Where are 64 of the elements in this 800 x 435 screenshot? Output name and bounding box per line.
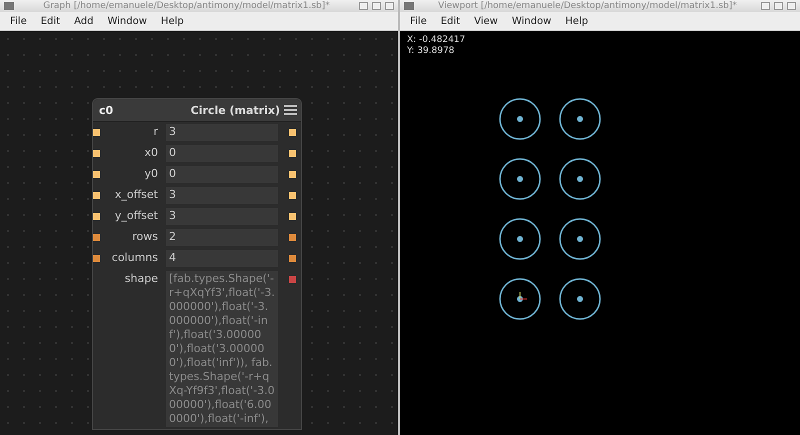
circle-shape (559, 158, 601, 200)
input-field[interactable]: 3 (166, 124, 278, 141)
x-readout: X: -0.482417 (407, 35, 466, 46)
input-label: rows (131, 230, 158, 243)
window-title: Viewport [/home/emanuele/Desktop/antimony/model/matrix1.sb]* (437, 1, 738, 11)
input-label: r (152, 125, 158, 138)
menu-item[interactable]: Window (101, 16, 153, 26)
menu-item[interactable]: File (404, 16, 433, 26)
circle-shape (499, 278, 541, 320)
close-button[interactable] (385, 2, 394, 10)
input-port[interactable] (93, 213, 100, 220)
window-title: Graph [/home/emanuele/Desktop/antimony/model/matrix1.sb]* (42, 1, 331, 11)
menu-item[interactable]: Add (68, 16, 100, 26)
circle-shape (499, 218, 541, 260)
input-port[interactable] (93, 150, 100, 157)
menu-item[interactable]: View (468, 16, 504, 26)
y-readout: Y: 39.8978 (407, 46, 456, 57)
output-port[interactable] (289, 255, 296, 262)
input-label: y0 (143, 167, 158, 180)
circle-shape (559, 278, 601, 320)
input-port[interactable] (93, 255, 100, 262)
output-port[interactable] (289, 234, 296, 241)
circle-shape (499, 98, 541, 140)
input-label: shape (124, 272, 158, 285)
output-port[interactable] (289, 213, 296, 220)
output-port[interactable] (289, 129, 296, 136)
app-icon (4, 2, 14, 10)
circle-shape (559, 218, 601, 260)
menu-item[interactable]: File (4, 16, 33, 26)
menu-item[interactable]: Help (559, 16, 594, 26)
input-port[interactable] (93, 192, 100, 199)
app-icon (404, 2, 414, 10)
input-port[interactable] (93, 234, 100, 241)
input-port[interactable] (93, 171, 100, 178)
menu-item[interactable]: Edit (34, 16, 66, 26)
maximize-button[interactable] (774, 2, 783, 10)
output-port[interactable] (289, 192, 296, 199)
maximize-button[interactable] (372, 2, 381, 10)
axes-icon (520, 292, 528, 300)
circle-shape (559, 98, 601, 140)
circle-shape (499, 158, 541, 200)
node-type: Circle (matrix) (190, 104, 280, 116)
minimize-button[interactable] (359, 2, 368, 10)
output-port[interactable] (289, 276, 296, 283)
output-port[interactable] (289, 150, 296, 157)
input-label: x0 (143, 146, 158, 159)
menu-icon[interactable] (284, 104, 297, 116)
menu-item[interactable]: Window (506, 16, 558, 26)
input-field[interactable]: 0 (166, 166, 278, 183)
input-label: y_offset (114, 209, 158, 222)
close-button[interactable] (787, 2, 796, 10)
input-label: x_offset (114, 188, 158, 201)
input-field[interactable]: 3 (166, 208, 278, 225)
menu-item[interactable]: Edit (434, 16, 466, 26)
input-field[interactable]: 3 (166, 187, 278, 204)
menu-item[interactable]: Help (154, 16, 190, 26)
input-port[interactable] (93, 129, 100, 136)
node-name: c0 (99, 104, 114, 116)
input-field[interactable]: 0 (166, 145, 278, 162)
input-label: columns (110, 251, 158, 264)
input-field[interactable]: 2 (166, 229, 278, 246)
minimize-button[interactable] (761, 2, 770, 10)
input-field[interactable]: 4 (166, 250, 278, 267)
output-port[interactable] (289, 171, 296, 178)
